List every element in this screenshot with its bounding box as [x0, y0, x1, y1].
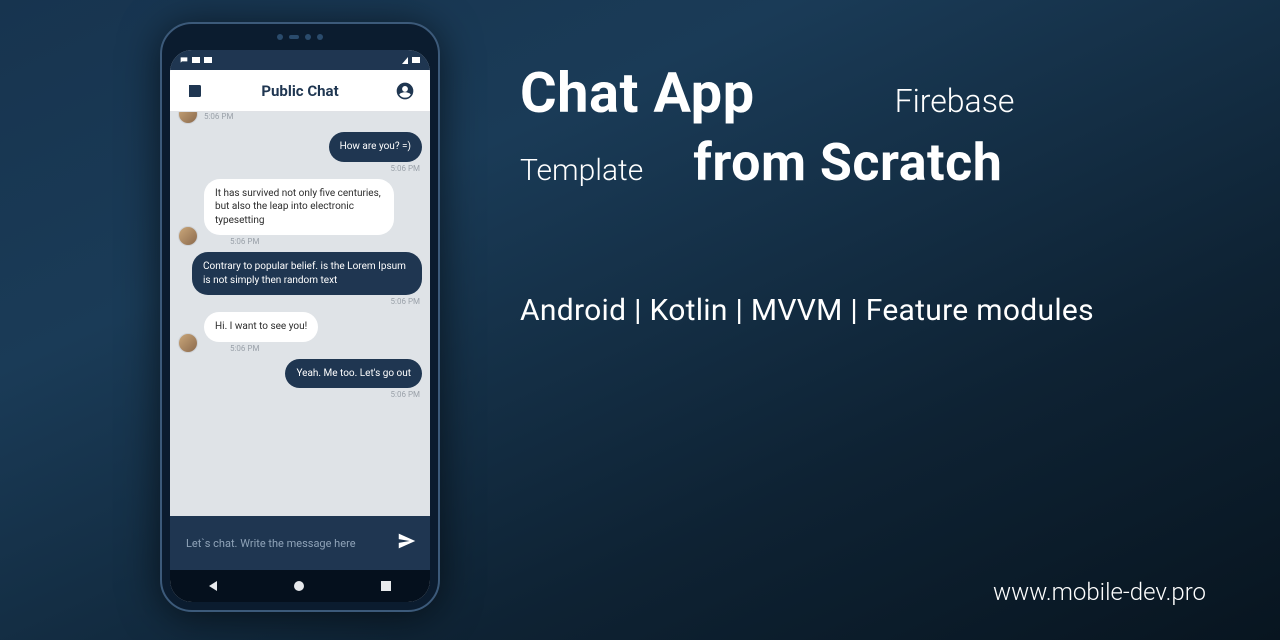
- hero-title-1: Chat App: [520, 60, 755, 126]
- message-bubble: How are you? =): [329, 132, 422, 162]
- message-row-outgoing: Yeah. Me too. Let's go out 5:06 PM: [178, 359, 422, 400]
- status-battery-icon: [412, 57, 420, 63]
- nav-back-icon[interactable]: [209, 581, 217, 591]
- phone-screen: Public Chat 5:06 PM How are you? =) 5:06…: [170, 50, 430, 602]
- message-time: 5:06 PM: [204, 344, 422, 353]
- avatar: [178, 226, 198, 246]
- page-title: Public Chat: [261, 82, 338, 100]
- hero-title-2: from Scratch: [693, 132, 1002, 193]
- profile-icon[interactable]: [394, 80, 416, 102]
- message-row-incoming: Hi. I want to see you! 5:06 PM: [178, 312, 422, 353]
- avatar: [178, 333, 198, 353]
- hero-badge-firebase: Firebase: [895, 82, 1015, 120]
- message-bubble: Hi. I want to see you!: [204, 312, 318, 342]
- nav-home-icon[interactable]: [294, 581, 304, 591]
- menu-icon[interactable]: [184, 80, 206, 102]
- message-row-outgoing: Contrary to popular belief. is the Lorem…: [178, 252, 422, 306]
- sensor-dot: [317, 34, 323, 40]
- app-header: Public Chat: [170, 70, 430, 112]
- status-app-icon: [204, 57, 212, 63]
- status-msg-icon: [180, 56, 188, 64]
- sensor-dot: [277, 34, 283, 40]
- message-time: 5:06 PM: [178, 390, 422, 399]
- footer-url: www.mobile-dev.pro: [993, 578, 1206, 606]
- message-list[interactable]: 5:06 PM How are you? =) 5:06 PM It has s…: [170, 112, 430, 516]
- android-status-bar: [170, 50, 430, 70]
- phone-sensor-strip: [162, 24, 438, 50]
- message-cutoff: 5:06 PM: [178, 112, 422, 126]
- status-signal-icon: [402, 57, 408, 64]
- message-bubble: Contrary to popular belief. is the Lorem…: [192, 252, 422, 295]
- sensor-dot: [305, 34, 311, 40]
- message-time: 5:06 PM: [178, 297, 422, 306]
- message-input[interactable]: Let`s chat. Write the message here: [186, 537, 386, 550]
- sensor-speaker: [289, 35, 299, 39]
- status-app-icon: [192, 57, 200, 63]
- send-button[interactable]: [396, 530, 418, 556]
- message-bubble: Yeah. Me too. Let's go out: [285, 359, 422, 389]
- android-nav-bar: [170, 570, 430, 602]
- phone-frame: Public Chat 5:06 PM How are you? =) 5:06…: [160, 22, 440, 612]
- message-input-bar: Let`s chat. Write the message here: [170, 516, 430, 570]
- hero-badge-template: Template: [520, 153, 643, 188]
- hero-block: Chat App Firebase Template from Scratch …: [520, 60, 1220, 328]
- message-time: 5:06 PM: [204, 112, 233, 121]
- message-time: 5:06 PM: [178, 164, 422, 173]
- avatar: [178, 112, 198, 124]
- message-row-incoming: It has survived not only five centuries,…: [178, 179, 422, 247]
- hero-tech-tags: Android | Kotlin | MVVM | Feature module…: [520, 293, 1220, 328]
- message-time: 5:06 PM: [204, 237, 422, 246]
- nav-recent-icon[interactable]: [381, 581, 391, 591]
- message-row-outgoing: How are you? =) 5:06 PM: [178, 132, 422, 173]
- message-bubble: It has survived not only five centuries,…: [204, 179, 394, 236]
